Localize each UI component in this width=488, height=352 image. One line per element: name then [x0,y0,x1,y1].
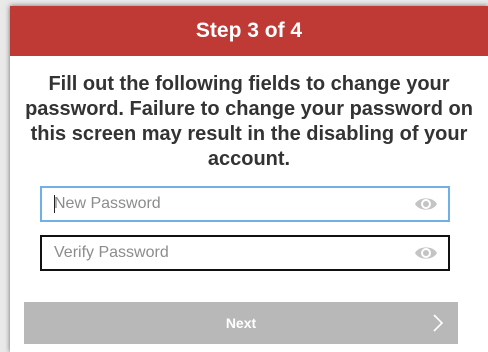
chevron-right-icon [433,314,444,332]
new-password-field [40,186,450,222]
eye-icon[interactable] [414,242,438,264]
verify-password-field [40,235,450,271]
step-header: Step 3 of 4 [10,6,488,56]
new-password-input[interactable] [42,188,414,220]
eye-icon[interactable] [414,193,438,215]
instructions-text: Fill out the following fields to change … [25,73,473,170]
next-button-label: Next [225,315,257,331]
next-button[interactable]: Next [24,302,458,344]
verify-password-input[interactable] [42,237,414,269]
text-cursor [54,195,55,213]
password-change-card: Step 3 of 4 Fill out the following field… [10,6,488,352]
